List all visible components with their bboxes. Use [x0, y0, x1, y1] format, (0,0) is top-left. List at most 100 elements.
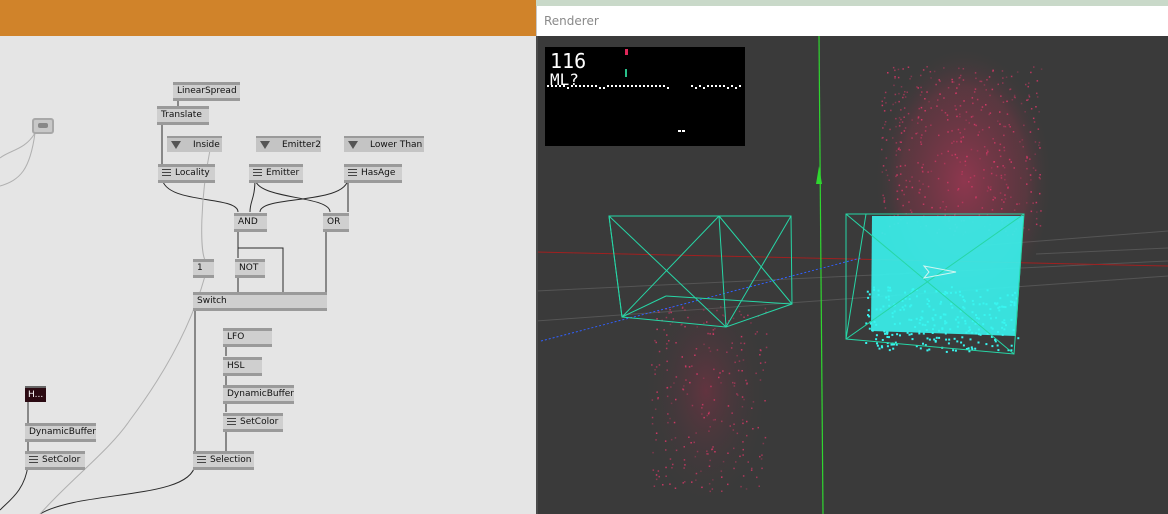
patch-editor[interactable]: LinearSpread Translate Inside Emitter2 L…: [0, 0, 536, 514]
switch-node[interactable]: Switch: [193, 292, 327, 311]
dropdown-arrow-icon[interactable]: [171, 140, 181, 149]
pink-particle: [1027, 98, 1029, 101]
pink-particle: [958, 67, 960, 70]
pink-particle: [881, 171, 884, 173]
cyan-particle: [996, 344, 999, 347]
pink-particle: [1036, 211, 1038, 213]
pink-particle: [974, 72, 977, 74]
and-node[interactable]: AND: [234, 213, 267, 232]
cyan-particle: [1011, 294, 1014, 297]
pink-particle: [885, 139, 888, 141]
frame-time-sample: [611, 85, 613, 87]
not-node[interactable]: NOT: [235, 259, 265, 278]
pink-particle: [733, 423, 735, 425]
inside-enum-box[interactable]: Inside: [167, 136, 222, 152]
renderer-title-bar[interactable]: Renderer: [536, 6, 1168, 36]
pink-particle: [747, 314, 749, 317]
pink-particle: [740, 314, 742, 316]
pink-particle: [973, 91, 976, 93]
pink-particle: [881, 148, 883, 151]
node-label: Lower Than: [370, 140, 423, 150]
pink-particle: [897, 214, 899, 216]
dynamicbuffer-node[interactable]: DynamicBuffer: [223, 385, 294, 404]
pink-particle: [707, 332, 709, 335]
lower-than-enum-box[interactable]: Lower Than: [344, 136, 424, 152]
pink-particle: [918, 180, 921, 182]
translate-node[interactable]: Translate: [157, 106, 209, 125]
cyan-particle: [976, 317, 978, 319]
value-box-1[interactable]: 1: [193, 259, 214, 278]
pink-particle: [666, 369, 668, 371]
pink-particle: [1012, 131, 1015, 133]
collapsed-node[interactable]: [32, 118, 54, 134]
pink-particle: [996, 166, 999, 168]
pink-particle: [712, 419, 715, 421]
pink-particle: [999, 192, 1002, 194]
dynamicbuffer-node-left[interactable]: DynamicBuffer: [25, 423, 96, 442]
cyan-particle: [939, 302, 942, 305]
node-label: Selection: [210, 455, 252, 465]
cyan-particle: [948, 338, 951, 341]
pink-particle: [945, 206, 948, 208]
hsl-node[interactable]: HSL: [223, 357, 262, 376]
frame-time-sample: [667, 87, 669, 89]
cyan-particle: [924, 324, 927, 327]
emitter-node[interactable]: Emitter: [249, 164, 303, 183]
selection-node[interactable]: Selection: [193, 451, 254, 470]
pink-particle: [1036, 80, 1039, 82]
pink-particle: [916, 86, 918, 88]
pink-particle: [683, 467, 685, 469]
cyan-particle: [922, 332, 925, 335]
pink-particle: [943, 162, 946, 165]
pink-particle: [710, 385, 712, 388]
pink-particle: [959, 115, 961, 118]
pink-particle: [903, 93, 905, 96]
pink-particle: [1032, 167, 1035, 169]
cyan-particle: [972, 303, 975, 306]
pink-particle: [729, 425, 731, 427]
dropdown-arrow-icon[interactable]: [348, 140, 358, 149]
locality-node[interactable]: Locality: [158, 164, 215, 183]
dropdown-arrow-icon[interactable]: [260, 140, 270, 149]
hasage-node[interactable]: HasAge: [344, 164, 402, 183]
cyan-particle: [928, 348, 931, 351]
h-node[interactable]: H...: [25, 386, 47, 402]
pink-particle: [673, 382, 675, 384]
cyan-particle: [888, 349, 891, 352]
pink-particle: [741, 396, 744, 398]
pink-particle: [721, 420, 723, 423]
lfo-node[interactable]: LFO: [223, 328, 272, 347]
pink-particle: [962, 79, 965, 81]
setcolor-node-left[interactable]: SetColor: [25, 451, 85, 470]
cyan-particle: [892, 347, 895, 350]
renderer-window[interactable]: Renderer 116 ML?: [536, 6, 1168, 514]
cyan-particle: [908, 318, 911, 321]
pink-particle: [711, 448, 713, 451]
emitter2-enum-box[interactable]: Emitter2: [256, 136, 321, 152]
pink-particle: [1035, 201, 1038, 204]
pink-particle: [675, 449, 678, 452]
or-node[interactable]: OR: [323, 213, 349, 232]
pink-particle: [712, 329, 715, 331]
3d-viewport[interactable]: 116 ML?: [536, 35, 1168, 514]
cyan-particle-block: [871, 216, 1024, 336]
linearspread-node[interactable]: LinearSpread: [173, 82, 240, 101]
setcolor-node[interactable]: SetColor: [223, 413, 283, 432]
pink-particle: [1007, 187, 1009, 189]
pink-particle: [904, 127, 907, 129]
pink-particle: [1004, 174, 1006, 176]
pink-particle: [890, 109, 892, 112]
cyan-particle: [923, 290, 926, 293]
pink-particle: [911, 137, 913, 139]
pink-particle: [1009, 126, 1011, 128]
pink-particle: [696, 326, 698, 328]
pink-particle: [737, 369, 740, 372]
cyan-particle: [921, 323, 924, 326]
cyan-particle: [928, 305, 931, 308]
pink-particle: [1016, 71, 1019, 73]
pink-particle: [1022, 146, 1024, 148]
pink-particle: [895, 125, 897, 128]
pink-particle: [992, 199, 994, 201]
cyan-particle: [875, 334, 878, 337]
pink-particle: [901, 121, 904, 123]
